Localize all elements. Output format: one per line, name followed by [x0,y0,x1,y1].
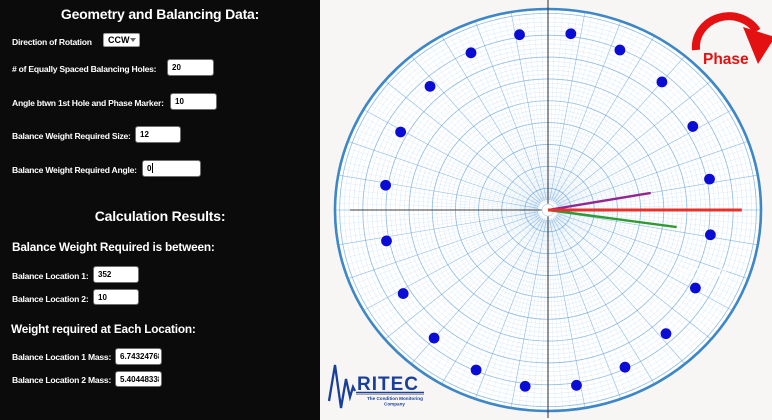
hole-dot [690,283,701,294]
weight-size-label: Balance Weight Required Size: [12,131,131,141]
hole-dot [380,180,391,191]
between-heading: Balance Weight Required is between: [12,240,215,254]
balancing-holes-input[interactable] [167,59,214,76]
first-hole-angle-input[interactable] [170,93,217,110]
hole-dot [705,229,716,240]
logo-tagline-1: The Condition Monitoring [367,396,423,401]
balance-location-1-input[interactable] [93,266,139,283]
polar-chart-panel: RITEC Phase RITEC The Condition Monitori… [320,0,772,420]
location-2-mass-label: Balance Location 2 Mass: [12,375,111,385]
hole-dot [395,127,406,138]
geometry-panel: Geometry and Balancing Data: Direction o… [0,0,320,420]
direction-of-rotation-select[interactable]: CCW [103,33,140,47]
hole-dot [661,328,672,339]
direction-of-rotation-label: Direction of Rotation [12,37,92,47]
weight-size-input[interactable] [135,126,181,143]
chevron-down-icon [130,38,136,42]
first-hole-angle-label: Angle btwn 1st Hole and Phase Marker: [12,98,164,108]
polar-chart: RITEC Phase RITEC The Condition Monitori… [320,0,772,420]
location-1-mass-input[interactable] [115,348,162,365]
balance-location-2-label: Balance Location 2: [12,294,88,304]
hole-dot [704,174,715,185]
hole-dot [687,121,698,132]
direction-of-rotation-value: CCW [108,35,130,45]
hole-dot [466,47,477,58]
hole-dot [381,236,392,247]
hole-dot [614,45,625,56]
hole-dot [620,362,631,373]
balancing-app-window: Geometry and Balancing Data: Direction o… [0,0,772,420]
waveform-icon [329,365,355,408]
balancing-holes-label: # of Equally Spaced Balancing Holes: [12,64,156,74]
phase-arrow-icon: Phase [696,16,772,68]
hole-dot [520,381,531,392]
logo-tagline-2: Company [384,402,405,407]
balance-location-1-label: Balance Location 1: [12,271,88,281]
chart-watermark: RITEC [679,266,730,281]
location-1-mass-label: Balance Location 1 Mass: [12,352,111,362]
ritec-logo: RITEC The Condition Monitoring Company [329,365,424,408]
hole-dot [425,81,436,92]
phase-label: Phase [703,51,749,68]
weight-angle-label: Balance Weight Required Angle: [12,165,137,175]
hole-dot [657,77,668,88]
hole-dot [398,288,409,299]
results-section-title: Calculation Results: [0,208,320,224]
geometry-section-title: Geometry and Balancing Data: [0,6,320,22]
location-2-mass-input[interactable] [115,371,162,387]
weights-heading: Weight required at Each Location: [11,322,196,336]
hole-dot [565,28,576,39]
balance-location-2-input[interactable] [93,289,139,305]
hole-dot [471,365,482,376]
hole-dot [571,380,582,391]
weight-angle-input[interactable] [142,160,201,177]
hole-dot [429,333,440,344]
hole-dot [514,29,525,40]
text-caret [152,163,153,173]
